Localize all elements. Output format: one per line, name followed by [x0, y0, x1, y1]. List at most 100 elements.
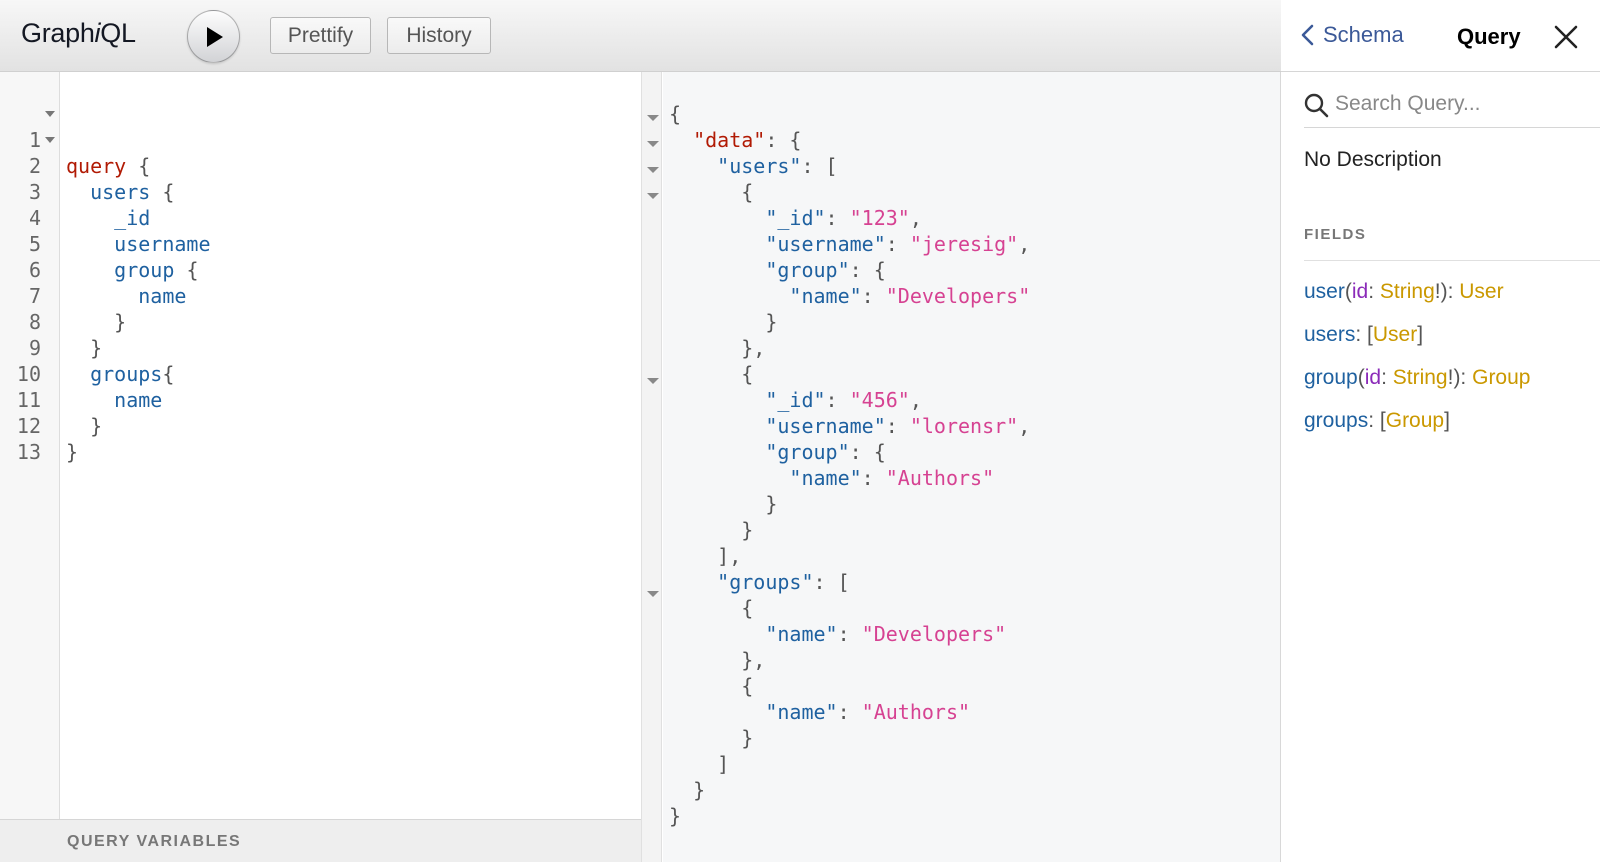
json-key: "name"	[789, 466, 862, 490]
field-item: user(id: String!): User	[1304, 280, 1504, 303]
field-name-link[interactable]: groups	[1304, 409, 1368, 432]
execute-query-button[interactable]	[187, 10, 240, 63]
type-description: No Description	[1304, 148, 1442, 171]
logo-suffix: QL	[100, 18, 136, 48]
json-key: "users"	[717, 154, 802, 178]
field-item: group(id: String!): Group	[1304, 366, 1531, 389]
json-key: "_id"	[765, 206, 826, 230]
code-line: 7 }	[0, 257, 641, 334]
result-line: }	[669, 518, 754, 542]
code-line: 1 query {	[0, 101, 641, 178]
json-string: "Developers"	[861, 622, 1007, 646]
field-name-link[interactable]: user	[1304, 280, 1345, 303]
json-string: "lorensr"	[909, 414, 1019, 438]
code-line: 4 username	[0, 179, 641, 256]
result-line: "name": "Developers"	[789, 284, 1031, 308]
doc-explorer: Schema Query No Description FIELDS user(…	[1281, 0, 1600, 862]
field-type-link[interactable]: User	[1373, 323, 1417, 346]
json-string: "Developers"	[885, 284, 1031, 308]
code-line: 12 }	[0, 387, 641, 464]
json-string: "456"	[849, 388, 910, 412]
result-line: ]	[669, 752, 730, 776]
fold-arrow-icon[interactable]	[45, 111, 55, 117]
json-key: "groups"	[717, 570, 814, 594]
result-line: "users": [	[717, 154, 838, 178]
result-fold-gutter	[641, 72, 662, 862]
json-string: "123"	[849, 206, 910, 230]
result-line: }	[669, 778, 706, 802]
result-line: }	[669, 492, 778, 516]
fold-arrow-icon[interactable]	[647, 141, 659, 147]
schema-back-link[interactable]: Schema	[1301, 22, 1404, 48]
json-key: "username"	[765, 414, 886, 438]
search-input[interactable]	[1335, 89, 1595, 119]
result-line: "_id": "123",	[765, 206, 922, 230]
fold-arrow-icon[interactable]	[45, 137, 55, 143]
result-line: "_id": "456",	[765, 388, 922, 412]
code-line: 6 name	[0, 231, 641, 308]
field-type-link[interactable]: Group	[1386, 409, 1444, 432]
result-line: "name": "Authors"	[789, 466, 995, 490]
history-button[interactable]: History	[387, 17, 491, 54]
result-line: },	[669, 648, 766, 672]
query-editor[interactable]: 1 query { 2 users { 3 _id 4 username 5 g…	[0, 72, 641, 819]
doc-explorer-header: Schema Query	[1281, 0, 1600, 72]
code-line: 2 users {	[0, 127, 641, 204]
chevron-left-icon	[1301, 24, 1314, 46]
code-line: 11 }	[0, 361, 641, 438]
line-number: 13	[16, 440, 41, 464]
result-line: }	[669, 726, 754, 750]
result-line: "data": {	[693, 128, 802, 152]
field-type-link[interactable]: Group	[1472, 366, 1530, 389]
logo-prefix: Graph	[21, 18, 95, 48]
result-line: {	[669, 102, 682, 126]
result-line: "name": "Developers"	[765, 622, 1007, 646]
code-line: 10 name	[0, 335, 641, 412]
code-line: 13	[0, 413, 641, 464]
result-line: "name": "Authors"	[765, 700, 971, 724]
close-icon[interactable]	[1553, 24, 1579, 50]
result-line: }	[669, 310, 778, 334]
prettify-button[interactable]: Prettify	[270, 17, 371, 54]
code-line: 8 }	[0, 283, 641, 360]
result-line: ],	[669, 544, 742, 568]
fold-arrow-icon[interactable]	[647, 378, 659, 384]
field-type-link[interactable]: User	[1459, 280, 1503, 303]
field-item: groups: [Group]	[1304, 409, 1450, 432]
result-line: {	[669, 674, 754, 698]
result-line: "group": {	[765, 440, 886, 464]
arg-type-link[interactable]: String	[1393, 366, 1448, 389]
result-line: {	[669, 362, 754, 386]
query-variables-toggle[interactable]: QUERY VARIABLES	[0, 819, 641, 862]
json-key: "_id"	[765, 388, 826, 412]
doc-explorer-title: Query	[1457, 24, 1521, 49]
json-key: "name"	[765, 700, 838, 724]
fold-arrow-icon[interactable]	[647, 115, 659, 121]
fold-arrow-icon[interactable]	[647, 193, 659, 199]
json-string: "Authors"	[885, 466, 995, 490]
fold-arrow-icon[interactable]	[647, 167, 659, 173]
result-line: "username": "jeresig",	[765, 232, 1031, 256]
result-line: "groups": [	[717, 570, 850, 594]
schema-back-label: Schema	[1323, 22, 1404, 47]
field-name-link[interactable]: users	[1304, 323, 1355, 346]
field-name-link[interactable]: group	[1304, 366, 1358, 389]
result-line: "group": {	[765, 258, 886, 282]
arg-name: id	[1351, 280, 1369, 303]
result-line: },	[669, 336, 766, 360]
json-key: "group"	[765, 258, 850, 282]
code-line: 9 groups{	[0, 309, 641, 386]
fold-arrow-icon[interactable]	[647, 591, 659, 597]
play-icon	[206, 26, 223, 47]
code-line: 3 _id	[0, 153, 641, 230]
arg-type-link[interactable]: String	[1380, 280, 1435, 303]
fields-heading: FIELDS	[1304, 226, 1367, 243]
result-viewer: { "data": { "users": [ { "_id": "123", "…	[663, 72, 1281, 862]
json-string: "jeresig"	[909, 232, 1019, 256]
json-string: "Authors"	[861, 700, 971, 724]
doc-search-box	[1304, 86, 1600, 128]
brace: }	[66, 440, 79, 464]
result-line: }	[669, 804, 682, 828]
field-item: users: [User]	[1304, 323, 1424, 346]
arg-name: id	[1364, 366, 1382, 389]
